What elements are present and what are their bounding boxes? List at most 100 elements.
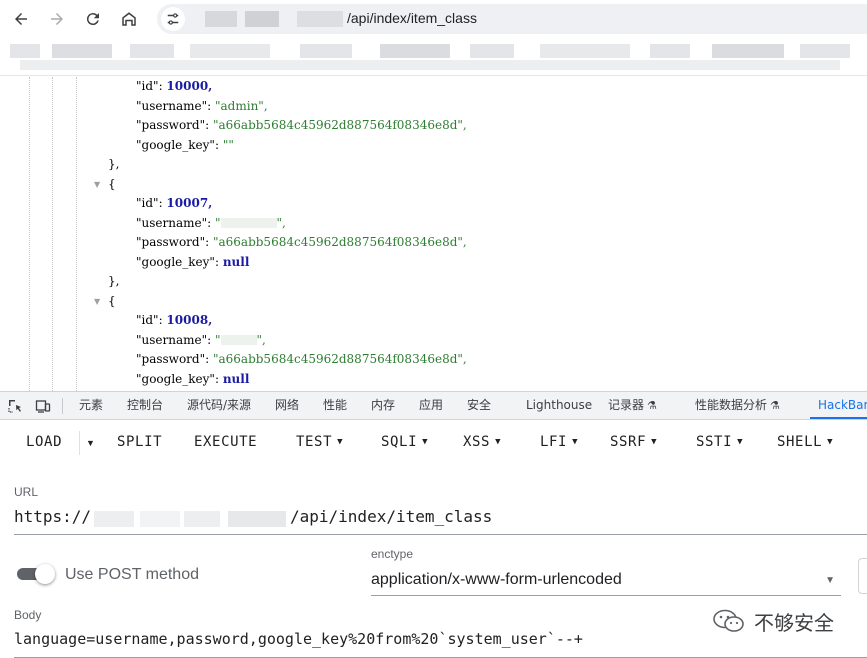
json-property: "username": " ", <box>136 214 286 233</box>
indent-guide <box>29 77 30 391</box>
chevron-down-icon: ▼ <box>825 575 835 586</box>
chevron-down-icon: ▼ <box>337 437 344 447</box>
json-value-suffix: ", <box>256 332 266 347</box>
tab-recorder[interactable]: 记录器 ⚗ <box>608 392 657 419</box>
json-key: "id" <box>136 313 159 327</box>
address-bar[interactable]: /api/index/item_class <box>157 4 867 34</box>
redacted-bookmark <box>130 44 174 58</box>
tab-sources[interactable]: 源代码/来源 <box>187 392 251 419</box>
redacted-bookmark <box>712 44 784 58</box>
json-property: "id": 10000, <box>136 77 212 96</box>
url-input-path: /api/index/item_class <box>290 507 493 526</box>
tab-elements[interactable]: 元素 <box>79 392 103 419</box>
json-key: "google_key" <box>136 137 215 152</box>
tab-performance-insights[interactable]: 性能数据分析 ⚗ <box>695 392 780 419</box>
back-arrow-icon[interactable] <box>9 7 33 31</box>
json-value: "admin", <box>215 98 268 113</box>
test-menu-button[interactable]: TEST ▼ <box>296 434 343 452</box>
use-post-label: Use POST method <box>65 566 199 583</box>
tab-hackbar[interactable]: HackBar <box>818 392 867 419</box>
browser-toolbar: /api/index/item_class <box>0 0 867 38</box>
enctype-selected-value: application/x-www-form-urlencoded <box>371 571 622 588</box>
redacted-bookmark <box>10 44 40 58</box>
watermark-text: 不够安全 <box>754 610 834 635</box>
toggle-knob <box>35 564 55 584</box>
json-value: "a66abb5684c45962d887564f08346e8d", <box>212 235 467 249</box>
json-key: "password" <box>136 352 206 366</box>
redacted-host <box>245 11 279 27</box>
tab-console[interactable]: 控制台 <box>127 392 163 419</box>
inspect-element-icon[interactable] <box>6 397 24 415</box>
json-property: "password": "a66abb5684c45962d887564f083… <box>136 233 467 252</box>
json-brace: {▼ <box>94 175 116 194</box>
load-dropdown-icon[interactable]: ▼ <box>86 438 95 448</box>
json-key: "username" <box>136 98 208 113</box>
split-button[interactable]: SPLIT <box>117 434 162 452</box>
tab-application[interactable]: 应用 <box>419 392 443 419</box>
ssti-menu-button[interactable]: SSTI ▼ <box>696 434 743 452</box>
test-menu-label: TEST <box>296 434 333 450</box>
tab-network[interactable]: 网络 <box>275 392 299 419</box>
json-property: "google_key": null <box>136 253 249 272</box>
json-value: "a66abb5684c45962d887564f08346e8d", <box>212 118 467 132</box>
json-property: "password": "a66abb5684c45962d887564f083… <box>136 350 467 369</box>
json-value: 10000, <box>166 79 213 93</box>
home-icon[interactable] <box>117 7 141 31</box>
json-property: "id": 10008, <box>136 311 212 330</box>
tab-security[interactable]: 安全 <box>467 392 491 419</box>
site-settings-icon[interactable] <box>161 7 185 31</box>
json-value: "a66abb5684c45962d887564f08346e8d", <box>212 352 467 366</box>
chevron-down-icon: ▼ <box>827 437 834 447</box>
json-colon: : <box>205 118 213 132</box>
enctype-select[interactable]: application/x-www-form-urlencoded ▼ <box>371 563 841 596</box>
json-key: "id" <box>136 196 159 210</box>
enctype-label: enctype <box>371 547 414 561</box>
side-panel-edge <box>858 558 867 594</box>
json-brace: }, <box>108 155 119 174</box>
ssrf-menu-label: SSRF <box>610 434 647 450</box>
json-key: "google_key" <box>136 254 215 269</box>
flask-icon: ⚗ <box>770 399 780 412</box>
forward-arrow-icon[interactable] <box>45 7 69 31</box>
xss-menu-label: XSS <box>463 434 491 450</box>
ssrf-menu-button[interactable]: SSRF ▼ <box>610 434 657 452</box>
reload-icon[interactable] <box>81 7 105 31</box>
json-colon: : <box>214 371 223 386</box>
shell-menu-button[interactable]: SHELL ▼ <box>777 434 833 452</box>
lfi-menu-button[interactable]: LFI ▼ <box>540 434 578 452</box>
json-value: null <box>222 371 250 386</box>
tab-memory[interactable]: 内存 <box>371 392 395 419</box>
json-colon: : <box>207 98 215 113</box>
redacted-bookmark <box>800 44 850 58</box>
json-key: "google_key" <box>136 371 215 386</box>
tab-lighthouse[interactable]: Lighthouse <box>526 392 592 419</box>
url-field-label: URL <box>14 485 39 499</box>
execute-button[interactable]: EXECUTE <box>194 434 257 452</box>
redacted-host <box>140 511 180 527</box>
collapse-arrow-icon[interactable]: ▼ <box>94 292 100 311</box>
sqli-menu-button[interactable]: SQLI ▼ <box>381 434 428 452</box>
url-input[interactable]: https:// /api/index/item_class <box>14 505 867 535</box>
redacted-bookmark <box>300 44 352 58</box>
redacted-bookmark <box>52 44 112 58</box>
load-separator <box>79 431 80 455</box>
load-button[interactable]: LOAD <box>26 434 62 452</box>
collapse-arrow-icon[interactable]: ▼ <box>94 175 100 194</box>
json-colon: : <box>214 137 223 152</box>
json-colon: : <box>207 215 215 230</box>
device-toolbar-icon[interactable] <box>34 397 52 415</box>
json-property: "username": "admin", <box>136 97 268 116</box>
ssti-menu-label: SSTI <box>696 434 733 450</box>
json-key: "id" <box>136 79 159 93</box>
tab-performance[interactable]: 性能 <box>323 392 347 419</box>
redacted-host <box>297 11 343 27</box>
use-post-toggle[interactable] <box>17 564 55 584</box>
json-value-suffix: ", <box>276 215 286 230</box>
json-value: "" <box>222 137 234 152</box>
json-colon: : <box>207 332 215 347</box>
json-property: "google_key": null <box>136 370 249 389</box>
indent-guide <box>52 77 53 391</box>
redacted-bookmark <box>650 44 690 58</box>
body-field-label: Body <box>14 608 42 622</box>
xss-menu-button[interactable]: XSS ▼ <box>463 434 501 452</box>
